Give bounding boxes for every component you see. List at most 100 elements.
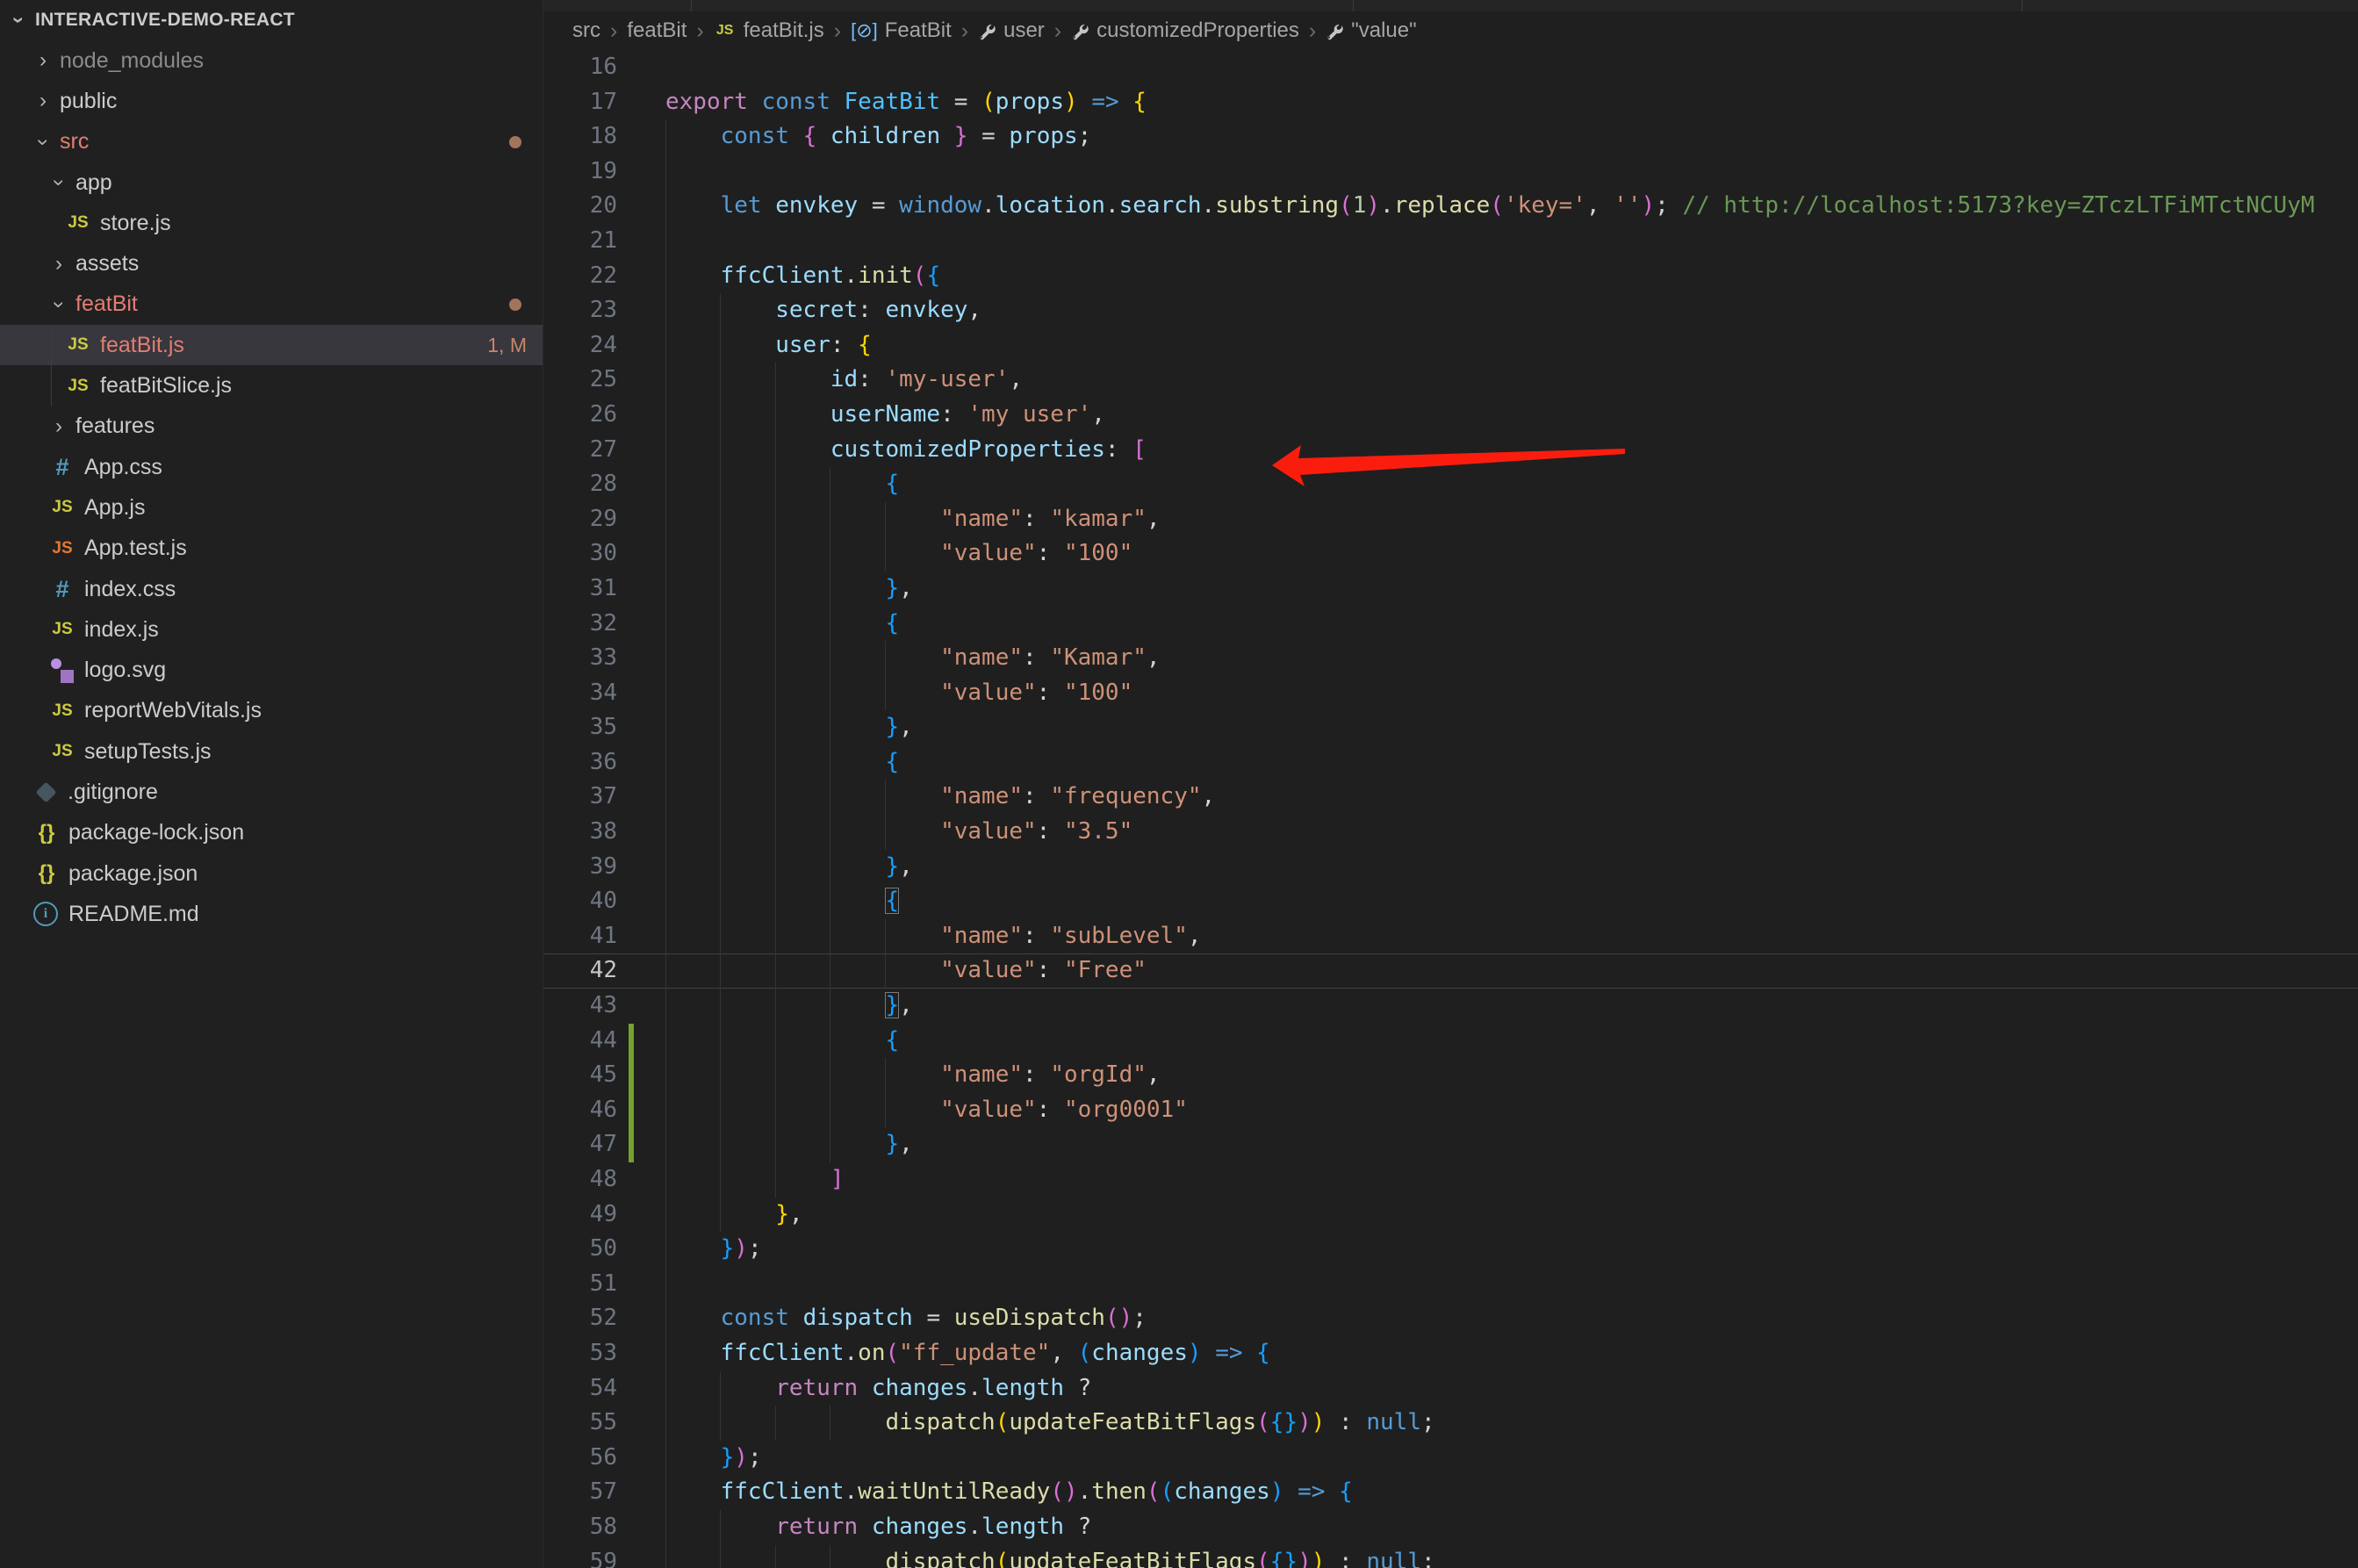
code-line-51[interactable]: 51 xyxy=(543,1267,2358,1302)
line-number[interactable]: 53 xyxy=(543,1336,617,1371)
line-number[interactable]: 57 xyxy=(543,1475,617,1510)
line-number[interactable]: 59 xyxy=(543,1545,617,1568)
sidebar-item-featBit[interactable]: ›featBit xyxy=(0,284,543,325)
code-line-27[interactable]: 27 customizedProperties: [ xyxy=(543,433,2358,468)
sidebar-item-featBit.js[interactable]: JSfeatBit.js1, M xyxy=(0,325,543,365)
line-number[interactable]: 23 xyxy=(543,293,617,328)
code-line-31[interactable]: 31 }, xyxy=(543,572,2358,607)
sidebar-item-store.js[interactable]: JSstore.js xyxy=(0,203,543,243)
code-line-54[interactable]: 54 return changes.length ? xyxy=(543,1371,2358,1406)
line-number[interactable]: 25 xyxy=(543,363,617,398)
code-line-19[interactable]: 19 xyxy=(543,155,2358,190)
code-line-29[interactable]: 29 "name": "kamar", xyxy=(543,502,2358,537)
code-line-26[interactable]: 26 userName: 'my user', xyxy=(543,398,2358,433)
code-line-33[interactable]: 33 "name": "Kamar", xyxy=(543,641,2358,676)
code-line-45[interactable]: 45 "name": "orgId", xyxy=(543,1058,2358,1093)
sidebar-item-App.test.js[interactable]: JSApp.test.js xyxy=(0,529,543,569)
line-number[interactable]: 40 xyxy=(543,884,617,919)
line-number[interactable]: 41 xyxy=(543,919,617,954)
code-line-34[interactable]: 34 "value": "100" xyxy=(543,676,2358,711)
code-line-28[interactable]: 28 { xyxy=(543,467,2358,502)
line-number[interactable]: 20 xyxy=(543,189,617,224)
code-line-32[interactable]: 32 { xyxy=(543,607,2358,642)
line-number[interactable]: 38 xyxy=(543,815,617,850)
code-line-53[interactable]: 53 ffcClient.on("ff_update", (changes) =… xyxy=(543,1336,2358,1371)
code-line-25[interactable]: 25 id: 'my-user', xyxy=(543,363,2358,398)
code-line-16[interactable]: 16 xyxy=(543,50,2358,85)
code-line-22[interactable]: 22 ffcClient.init({ xyxy=(543,259,2358,294)
code-line-40[interactable]: 40 { xyxy=(543,884,2358,919)
line-number[interactable]: 30 xyxy=(543,536,617,572)
code-line-48[interactable]: 48 ] xyxy=(543,1162,2358,1198)
explorer-root-folder[interactable]: › INTERACTIVE-DEMO-REACT xyxy=(0,0,543,40)
code-line-52[interactable]: 52 const dispatch = useDispatch(); xyxy=(543,1301,2358,1336)
line-number[interactable]: 35 xyxy=(543,710,617,745)
line-number[interactable]: 16 xyxy=(543,50,617,85)
code-line-30[interactable]: 30 "value": "100" xyxy=(543,536,2358,572)
line-number[interactable]: 51 xyxy=(543,1267,617,1302)
code-line-36[interactable]: 36 { xyxy=(543,745,2358,780)
line-number[interactable]: 37 xyxy=(543,780,617,815)
code-line-37[interactable]: 37 "name": "frequency", xyxy=(543,780,2358,815)
sidebar-item-package.json[interactable]: {}package.json xyxy=(0,853,543,894)
code-line-59[interactable]: 59 dispatch(updateFeatBitFlags({})) : nu… xyxy=(543,1545,2358,1568)
line-number[interactable]: 32 xyxy=(543,607,617,642)
code-line-17[interactable]: 17export const FeatBit = (props) => { xyxy=(543,85,2358,120)
breadcrumb-item-value[interactable]: "value" xyxy=(1326,18,1416,43)
line-number[interactable]: 58 xyxy=(543,1510,617,1545)
sidebar-item-features[interactable]: ›features xyxy=(0,406,543,447)
code-line-58[interactable]: 58 return changes.length ? xyxy=(543,1510,2358,1545)
line-number[interactable]: 54 xyxy=(543,1371,617,1406)
code-line-43[interactable]: 43 }, xyxy=(543,989,2358,1024)
line-number[interactable]: 22 xyxy=(543,259,617,294)
code-line-42[interactable]: 42 "value": "Free" xyxy=(543,953,2358,989)
line-number[interactable]: 45 xyxy=(543,1058,617,1093)
sidebar-item-public[interactable]: ›public xyxy=(0,81,543,121)
line-number[interactable]: 47 xyxy=(543,1127,617,1162)
sidebar-item-featBitSlice.js[interactable]: JSfeatBitSlice.js xyxy=(0,365,543,406)
code-line-18[interactable]: 18 const { children } = props; xyxy=(543,119,2358,155)
line-number[interactable]: 55 xyxy=(543,1406,617,1441)
code-line-23[interactable]: 23 secret: envkey, xyxy=(543,293,2358,328)
sidebar-item-assets[interactable]: ›assets xyxy=(0,243,543,284)
code-line-21[interactable]: 21 xyxy=(543,224,2358,259)
code-line-38[interactable]: 38 "value": "3.5" xyxy=(543,815,2358,850)
sidebar-item-app[interactable]: ›app xyxy=(0,162,543,203)
line-number[interactable]: 24 xyxy=(543,328,617,363)
line-number[interactable]: 19 xyxy=(543,155,617,190)
breadcrumb-item-customizedProperties[interactable]: customizedProperties xyxy=(1071,18,1299,43)
line-number[interactable]: 34 xyxy=(543,676,617,711)
line-number[interactable]: 21 xyxy=(543,224,617,259)
sidebar-item-logo.svg[interactable]: logo.svg xyxy=(0,650,543,690)
sidebar-item-App.js[interactable]: JSApp.js xyxy=(0,487,543,528)
sidebar-item-src[interactable]: ›src xyxy=(0,122,543,162)
line-number[interactable]: 17 xyxy=(543,85,617,120)
sidebar-item-index.css[interactable]: #index.css xyxy=(0,569,543,609)
code-line-35[interactable]: 35 }, xyxy=(543,710,2358,745)
line-number[interactable]: 29 xyxy=(543,502,617,537)
sidebar-item-reportWebVitals.js[interactable]: JSreportWebVitals.js xyxy=(0,691,543,731)
sidebar-item-node_modules[interactable]: ›node_modules xyxy=(0,40,543,81)
line-number[interactable]: 44 xyxy=(543,1024,617,1059)
line-number[interactable]: 26 xyxy=(543,398,617,433)
sidebar-item-.gitignore[interactable]: .gitignore xyxy=(0,772,543,812)
line-number[interactable]: 27 xyxy=(543,433,617,468)
line-number[interactable]: 28 xyxy=(543,467,617,502)
line-number[interactable]: 18 xyxy=(543,119,617,155)
line-number[interactable]: 42 xyxy=(543,953,617,989)
code-line-50[interactable]: 50 }); xyxy=(543,1232,2358,1267)
breadcrumb-item-src[interactable]: src xyxy=(572,18,600,43)
code-line-24[interactable]: 24 user: { xyxy=(543,328,2358,363)
breadcrumb-item-featBit.js[interactable]: JSfeatBit.js xyxy=(714,18,824,43)
line-number[interactable]: 33 xyxy=(543,641,617,676)
line-number[interactable]: 46 xyxy=(543,1093,617,1128)
sidebar-item-index.js[interactable]: JSindex.js xyxy=(0,609,543,650)
line-number[interactable]: 36 xyxy=(543,745,617,780)
code-line-41[interactable]: 41 "name": "subLevel", xyxy=(543,919,2358,954)
line-number[interactable]: 50 xyxy=(543,1232,617,1267)
code-line-20[interactable]: 20 let envkey = window.location.search.s… xyxy=(543,189,2358,224)
line-number[interactable]: 31 xyxy=(543,572,617,607)
code-area[interactable]: 1617export const FeatBit = (props) => {1… xyxy=(543,50,2358,1568)
code-line-49[interactable]: 49 }, xyxy=(543,1198,2358,1233)
code-line-44[interactable]: 44 { xyxy=(543,1024,2358,1059)
